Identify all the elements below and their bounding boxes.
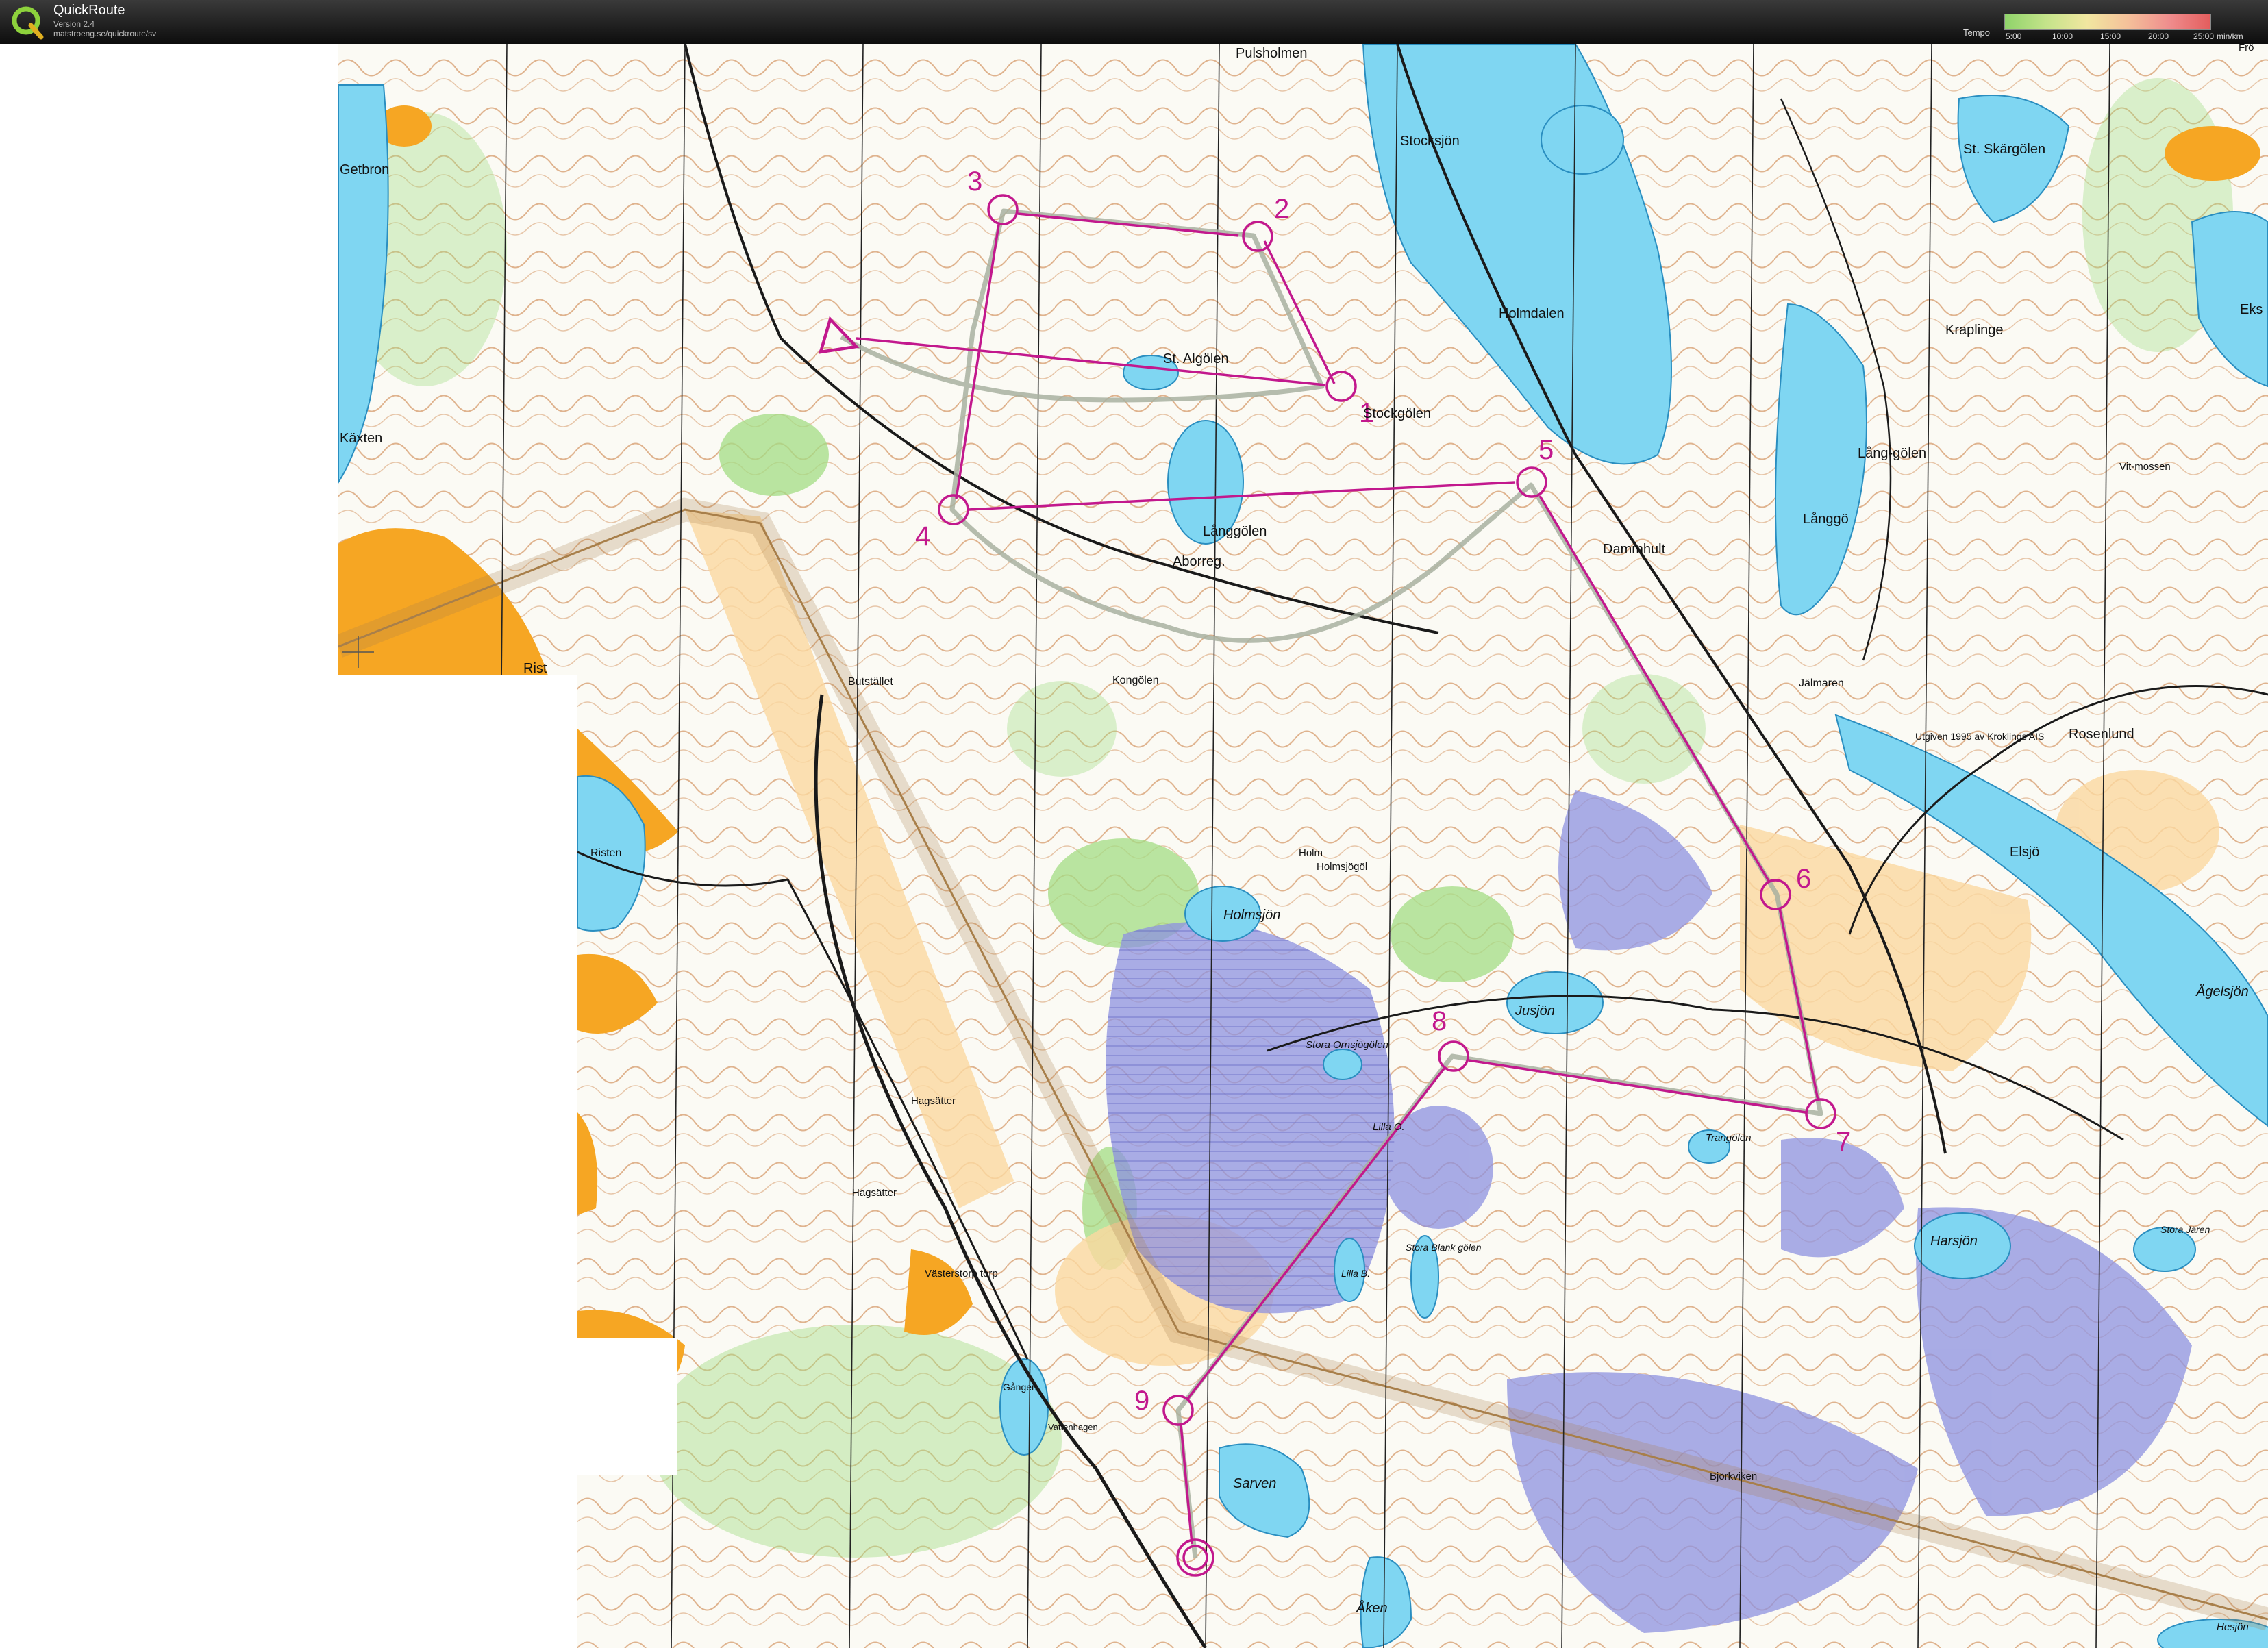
control-number: 3 — [967, 166, 982, 197]
control-number: 7 — [1836, 1127, 1851, 1157]
place-name: Rist — [523, 661, 547, 676]
legend-unit: min/km — [2217, 32, 2243, 41]
pace-legend: Tempo 5:00 10:00 15:00 20:00 25:00 min/k… — [1963, 7, 2265, 41]
place-name: Ägelsjön — [2195, 984, 2249, 999]
legend-tick: 25:00 — [2193, 32, 2215, 41]
place-name: Aborreg. — [1173, 554, 1225, 569]
control-number: 9 — [1134, 1386, 1149, 1416]
place-name: Hagsätter — [852, 1187, 897, 1199]
place-name: Trangölen — [1706, 1132, 1751, 1144]
place-name: Jusjön — [1515, 1003, 1555, 1019]
place-name: Utgiven 1995 av Kroklings AIS — [1915, 731, 2044, 742]
place-name: Dammhult — [1603, 542, 1666, 557]
pace-color-scale[interactable] — [2004, 14, 2211, 30]
place-name: Käxten — [340, 431, 382, 446]
control-number: 4 — [915, 521, 930, 551]
title-bar: QuickRoute Version 2.4 matstroeng.se/qui… — [0, 0, 2268, 44]
place-name: Sarven — [1233, 1476, 1276, 1491]
quickroute-logo-icon — [12, 6, 44, 40]
place-name: Gången — [1003, 1382, 1037, 1393]
place-name: Frö — [2239, 44, 2254, 53]
place-name: Stocksjön — [1400, 134, 1460, 149]
place-name: Eks — [2240, 302, 2263, 317]
place-name: Långgölen — [1203, 524, 1267, 539]
place-name: Långgö — [1803, 512, 1849, 527]
place-name: Stora Jären — [2160, 1224, 2210, 1235]
place-name: Hesjön — [2217, 1621, 2249, 1633]
place-name: Getbron — [340, 162, 389, 177]
place-name: Kongölen — [1112, 675, 1159, 686]
place-name: Stora Ornsjögölen — [1306, 1039, 1388, 1051]
place-name: Västerstorp torp — [925, 1268, 998, 1279]
legend-tick: 15:00 — [2100, 32, 2121, 41]
place-name: Björkviken — [1710, 1471, 1757, 1482]
legend-label: Tempo — [1963, 27, 1991, 38]
place-name: Holmdalen — [1499, 306, 1565, 321]
place-name: Holm — [1299, 847, 1323, 859]
place-name: Harsjön — [1930, 1234, 1978, 1249]
place-name: Elsjö — [2010, 845, 2039, 860]
legend-tick: 20:00 — [2148, 32, 2169, 41]
place-name: St. Skärgölen — [1963, 142, 2045, 157]
control-number: 2 — [1274, 194, 1289, 224]
place-name: St. Algölen — [1163, 351, 1229, 366]
place-name: Rosenlund — [2069, 727, 2134, 742]
place-name: Åken — [1356, 1600, 1388, 1616]
place-name: Vit-mossen — [2119, 461, 2171, 473]
orienteering-map[interactable]: 1 2 3 4 5 6 7 8 9 Pulsholmen Stocksjön G… — [0, 44, 2268, 1648]
place-name: Kraplinge — [1945, 323, 2004, 338]
place-name: Hagsätter — [911, 1095, 956, 1107]
place-name: Pulsholmen — [1236, 46, 1308, 61]
legend-tick: 5:00 — [2006, 32, 2022, 41]
legend-tick: 10:00 — [2052, 32, 2073, 41]
control-number: 6 — [1796, 864, 1811, 894]
place-name: Lilla B. — [1341, 1268, 1370, 1279]
place-name: Butstället — [848, 676, 893, 688]
place-name: Lilla O. — [1373, 1121, 1405, 1133]
place-name: Stora Blank gölen — [1406, 1242, 1482, 1253]
control-number: 8 — [1432, 1006, 1447, 1036]
place-name: Lång-gölen — [1858, 446, 1926, 461]
app-title: QuickRoute — [53, 3, 125, 18]
control-number: 5 — [1538, 435, 1554, 465]
app-version: Version 2.4 — [53, 19, 95, 29]
place-name: Jälmaren — [1799, 677, 1844, 689]
place-name: Stockgölen — [1363, 406, 1431, 421]
place-name: Holmsjön — [1223, 908, 1280, 923]
app-url[interactable]: matstroeng.se/quickroute/sv — [53, 29, 156, 38]
place-name: Risten — [590, 847, 621, 859]
place-name: Vattenhagen — [1048, 1422, 1098, 1432]
place-name: Holmsjögöl — [1317, 861, 1367, 873]
